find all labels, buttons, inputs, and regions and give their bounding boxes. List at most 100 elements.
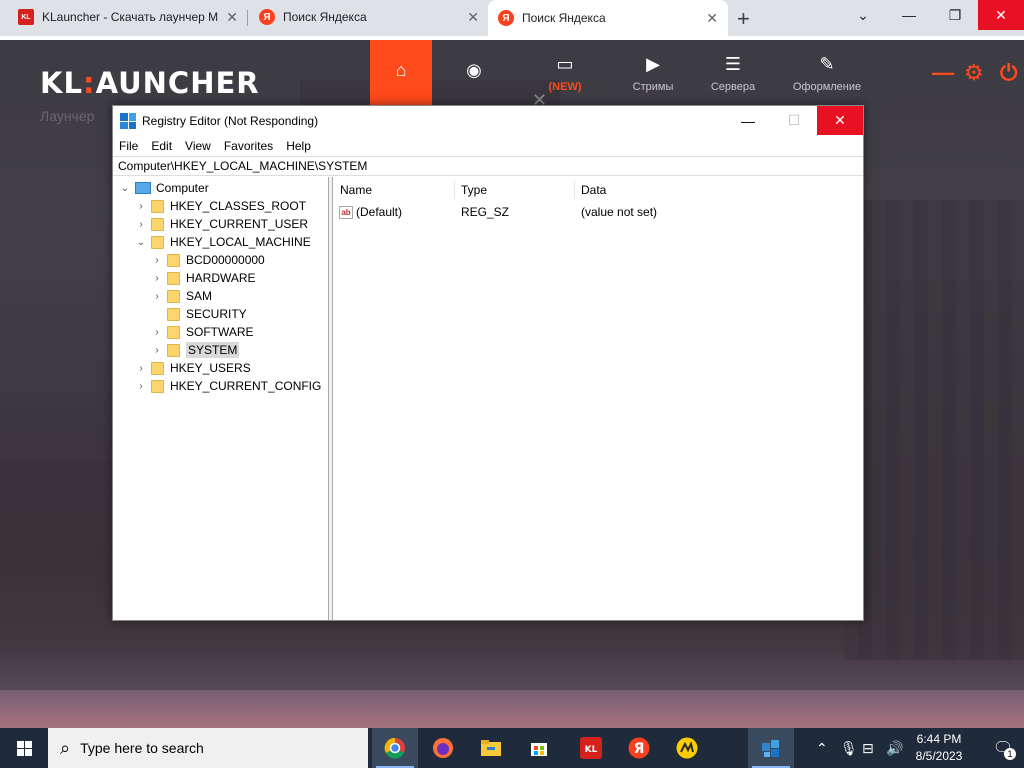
close-button[interactable]: ✕ [978, 0, 1024, 30]
tree-node-software[interactable]: › SOFTWARE [151, 323, 253, 341]
nav-streams[interactable]: ▶ Стримы [623, 40, 683, 106]
browser-tab-klauncher[interactable]: KL KLauncher - Скачать лаунчер М ✕ [8, 0, 248, 34]
yandex-favicon-icon: Я [259, 9, 275, 25]
tree-node-label: HKEY_USERS [170, 361, 251, 375]
menu-help[interactable]: Help [286, 139, 311, 153]
regedit-minimize-button[interactable]: — [725, 106, 771, 135]
nav-label: Оформление [792, 80, 862, 93]
yandex-icon[interactable]: Я [616, 728, 662, 768]
brush-icon: ✎ [819, 53, 835, 74]
file-explorer-icon[interactable] [468, 728, 514, 768]
browser-tab-yandex-1[interactable]: Я Поиск Яндекса ✕ [249, 0, 489, 34]
taskbar-search[interactable]: ⌕ Type here to search [48, 728, 368, 768]
collapse-chevron-icon[interactable]: ⌄ [135, 237, 147, 248]
nav-new[interactable]: ▭ (NEW) [535, 40, 595, 106]
yandex-music-icon[interactable] [664, 728, 710, 768]
launcher-settings-icon[interactable]: ⚙ [964, 60, 984, 86]
folder-icon [151, 199, 164, 213]
tree-node-label: Computer [156, 181, 209, 195]
tree-node-hardware[interactable]: › HARDWARE [151, 269, 255, 287]
expand-chevron-icon[interactable]: › [151, 345, 163, 356]
tree-node-hkey-current-config[interactable]: › HKEY_CURRENT_CONFIG [135, 377, 321, 395]
tree-node-hkey-current-user[interactable]: › HKEY_CURRENT_USER [135, 215, 308, 233]
tree-node-sam[interactable]: › SAM [151, 287, 212, 305]
launcher-power-icon[interactable]: ⏻ [1000, 60, 1017, 86]
regedit-maximize-button[interactable]: ☐ [771, 106, 817, 135]
tab-separator [247, 10, 248, 26]
nav-servers[interactable]: ☰ Сервера [703, 40, 763, 106]
nav-games[interactable]: ◉ [444, 40, 504, 106]
tree-node-hkey-users[interactable]: › HKEY_USERS [135, 359, 251, 377]
menu-view[interactable]: View [185, 139, 211, 153]
show-hidden-icons-chevron-icon[interactable]: ⌃ [816, 728, 828, 768]
tree-node-label: SYSTEM [186, 342, 240, 358]
clock-date: 8/5/2023 [915, 749, 963, 763]
folder-icon [167, 271, 180, 285]
minimize-button[interactable]: — [886, 0, 932, 30]
volume-icon[interactable]: 🔊 [886, 728, 903, 768]
collapse-chevron-icon[interactable]: ⌄ [119, 183, 131, 194]
expand-chevron-icon[interactable]: › [151, 273, 163, 284]
logo-part: KL [40, 66, 83, 100]
notification-center-button[interactable]: 🗨 1 [982, 728, 1024, 768]
menu-file[interactable]: File [119, 139, 138, 153]
tree-node-bcd[interactable]: › BCD00000000 [151, 251, 264, 269]
tree-node-hkey-classes-root[interactable]: › HKEY_CLASSES_ROOT [135, 197, 306, 215]
tree-node-system[interactable]: › SYSTEM [151, 341, 240, 359]
column-header-type[interactable]: Type [455, 181, 575, 199]
value-data: (value not set) [581, 205, 658, 219]
regedit-icon [120, 113, 136, 129]
tree-node-computer[interactable]: ⌄ Computer [119, 179, 209, 197]
taskbar-clock[interactable]: 6:44 PM 8/5/2023 [902, 731, 976, 765]
tab-close-icon[interactable]: ✕ [226, 9, 238, 26]
search-icon: ⌕ [60, 737, 71, 758]
background-blocks [844, 200, 1024, 660]
expand-chevron-icon[interactable]: › [151, 327, 163, 338]
expand-chevron-icon[interactable]: › [135, 201, 147, 212]
tree-node-hkey-local-machine[interactable]: ⌄ HKEY_LOCAL_MACHINE [135, 233, 311, 251]
microphone-icon[interactable]: 🎙 [840, 728, 858, 768]
menu-bar: File Edit View Favorites Help [113, 136, 863, 156]
nav-label: Сервера [710, 80, 756, 93]
expand-chevron-icon[interactable]: › [151, 291, 163, 302]
logo-part: AUNCHER [95, 66, 260, 100]
tab-close-icon[interactable]: ✕ [706, 10, 718, 27]
table-row[interactable]: ab (Default) REG_SZ (value not set) [334, 203, 863, 221]
start-button[interactable] [0, 728, 48, 768]
column-header-name[interactable]: Name [334, 181, 455, 199]
tab-search-chevron-icon[interactable]: ⌄ [840, 0, 886, 30]
column-header-data[interactable]: Data [575, 181, 863, 199]
menu-edit[interactable]: Edit [151, 139, 172, 153]
regedit-close-button[interactable]: ✕ [817, 106, 863, 135]
string-value-icon: ab [339, 205, 353, 219]
chrome-icon[interactable] [372, 728, 418, 768]
new-tab-button[interactable]: + [737, 6, 750, 32]
store-icon[interactable] [516, 728, 562, 768]
klauncher-logo[interactable]: KL:AUNCHER [40, 66, 260, 100]
restore-button[interactable]: ❐ [932, 0, 978, 30]
expand-chevron-icon[interactable]: › [135, 363, 147, 374]
regedit-taskbar-icon[interactable] [748, 728, 794, 768]
network-icon[interactable]: ⊟ [862, 728, 874, 768]
tab-title: KLauncher - Скачать лаунчер М [42, 10, 219, 24]
browser-tab-yandex-2[interactable]: Я Поиск Яндекса ✕ [488, 0, 728, 36]
expand-chevron-icon[interactable]: › [151, 255, 163, 266]
nav-home[interactable]: ⌂ [370, 40, 432, 106]
launcher-minimize-icon[interactable]: — [932, 60, 954, 86]
firefox-icon[interactable] [420, 728, 466, 768]
menu-favorites[interactable]: Favorites [224, 139, 273, 153]
window-title: Registry Editor (Not Responding) [142, 114, 319, 128]
expand-chevron-icon[interactable]: › [135, 219, 147, 230]
address-bar[interactable]: Computer\HKEY_LOCAL_MACHINE\SYSTEM [113, 156, 863, 176]
pane-splitter[interactable] [329, 177, 333, 620]
tree-node-security[interactable]: SECURITY [151, 305, 247, 323]
klauncher-icon[interactable]: KL [568, 728, 614, 768]
folder-icon [151, 235, 164, 249]
tab-close-icon[interactable]: ✕ [467, 9, 479, 26]
expand-chevron-icon[interactable]: › [135, 381, 147, 392]
nav-appearance[interactable]: ✎ Оформление [793, 40, 861, 106]
server-icon: ☰ [724, 53, 742, 74]
svg-text:KL: KL [585, 745, 598, 755]
browser-tab-strip: KL KLauncher - Скачать лаунчер М ✕ Я Пои… [0, 0, 1024, 36]
tree-node-label: HKEY_CLASSES_ROOT [170, 199, 307, 213]
